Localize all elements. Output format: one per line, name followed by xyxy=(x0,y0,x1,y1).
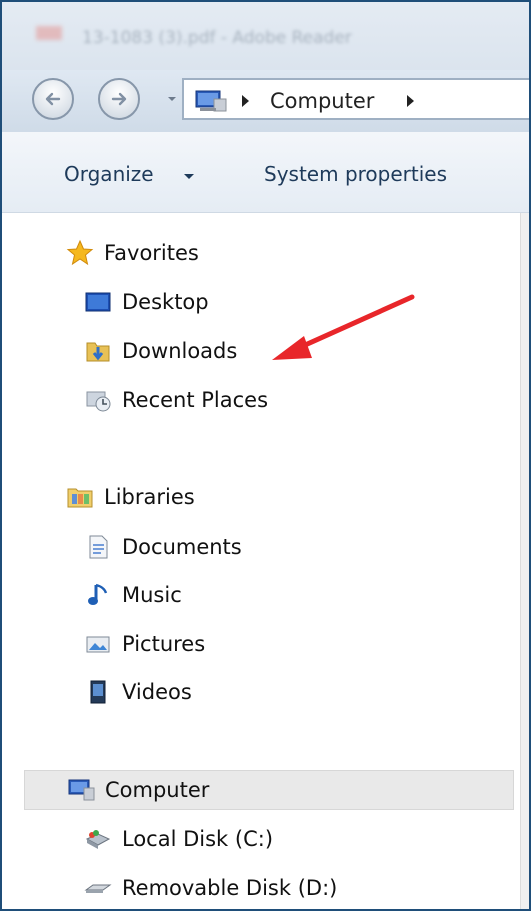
organize-button[interactable]: Organize xyxy=(64,162,154,186)
address-bar[interactable]: Computer xyxy=(182,78,529,120)
recent-places-icon xyxy=(86,391,111,412)
desktop-icon xyxy=(85,292,111,312)
nav-item-label: Downloads xyxy=(122,339,238,363)
nav-item-label: Favorites xyxy=(104,241,199,265)
vertical-scrollbar[interactable] xyxy=(520,213,529,909)
system-properties-button[interactable]: System properties xyxy=(264,162,447,186)
music-note-icon xyxy=(88,583,108,605)
computer-icon xyxy=(68,779,95,801)
nav-item-label: Local Disk (C:) xyxy=(122,827,274,851)
explorer-window: 13-1083 (3).pdf - Adobe Reader Computer … xyxy=(0,0,531,911)
removable-disk-icon xyxy=(84,884,112,893)
app-icon xyxy=(36,26,62,40)
recent-pages-dropdown-icon[interactable] xyxy=(167,94,177,104)
breadcrumb-separator-icon[interactable] xyxy=(405,94,415,108)
nav-item-label: Desktop xyxy=(122,290,209,314)
nav-item-removable-disk-d[interactable]: Removable Disk (D:) xyxy=(84,868,337,908)
nav-item-pictures[interactable]: Pictures xyxy=(84,624,205,664)
nav-item-label: Documents xyxy=(122,535,242,559)
breadcrumb-computer[interactable]: Computer xyxy=(270,89,374,113)
arrow-right-icon xyxy=(111,92,127,106)
nav-item-label: Music xyxy=(122,583,182,607)
computer-icon xyxy=(195,90,227,112)
libraries-icon xyxy=(67,488,93,508)
pictures-icon xyxy=(86,636,110,653)
nav-item-label: Libraries xyxy=(104,485,195,509)
nav-item-documents[interactable]: Documents xyxy=(84,527,242,567)
nav-item-desktop[interactable]: Desktop xyxy=(84,282,209,322)
downloads-folder-icon xyxy=(86,342,110,362)
videos-icon xyxy=(90,680,106,704)
system-properties-label: System properties xyxy=(264,162,447,186)
nav-item-libraries[interactable]: Libraries xyxy=(66,477,195,517)
back-button[interactable] xyxy=(32,78,74,120)
window-title: 13-1083 (3).pdf - Adobe Reader xyxy=(82,28,352,48)
arrow-left-icon xyxy=(45,92,61,106)
nav-item-music[interactable]: Music xyxy=(84,575,182,615)
nav-item-label: Recent Places xyxy=(122,388,269,412)
nav-item-videos[interactable]: Videos xyxy=(84,672,192,712)
forward-button[interactable] xyxy=(98,78,140,120)
nav-item-label: Computer xyxy=(105,778,210,802)
chevron-down-icon xyxy=(184,174,194,179)
title-bar: 13-1083 (3).pdf - Adobe Reader xyxy=(2,2,529,70)
annotation-arrow xyxy=(272,294,415,360)
nav-item-downloads[interactable]: Downloads xyxy=(84,331,237,371)
documents-icon xyxy=(89,535,108,559)
star-icon xyxy=(66,239,94,266)
local-disk-icon xyxy=(85,830,111,849)
breadcrumb-separator-icon[interactable] xyxy=(240,94,250,108)
nav-item-local-disk-c[interactable]: Local Disk (C:) xyxy=(84,819,273,859)
nav-item-label: Removable Disk (D:) xyxy=(122,876,338,900)
nav-item-label: Videos xyxy=(122,680,192,704)
organize-label: Organize xyxy=(64,162,154,186)
nav-item-recent-places[interactable]: Recent Places xyxy=(84,380,268,420)
nav-item-computer[interactable]: Computer xyxy=(24,770,514,810)
nav-item-label: Pictures xyxy=(122,632,206,656)
nav-item-favorites[interactable]: Favorites xyxy=(66,233,199,273)
